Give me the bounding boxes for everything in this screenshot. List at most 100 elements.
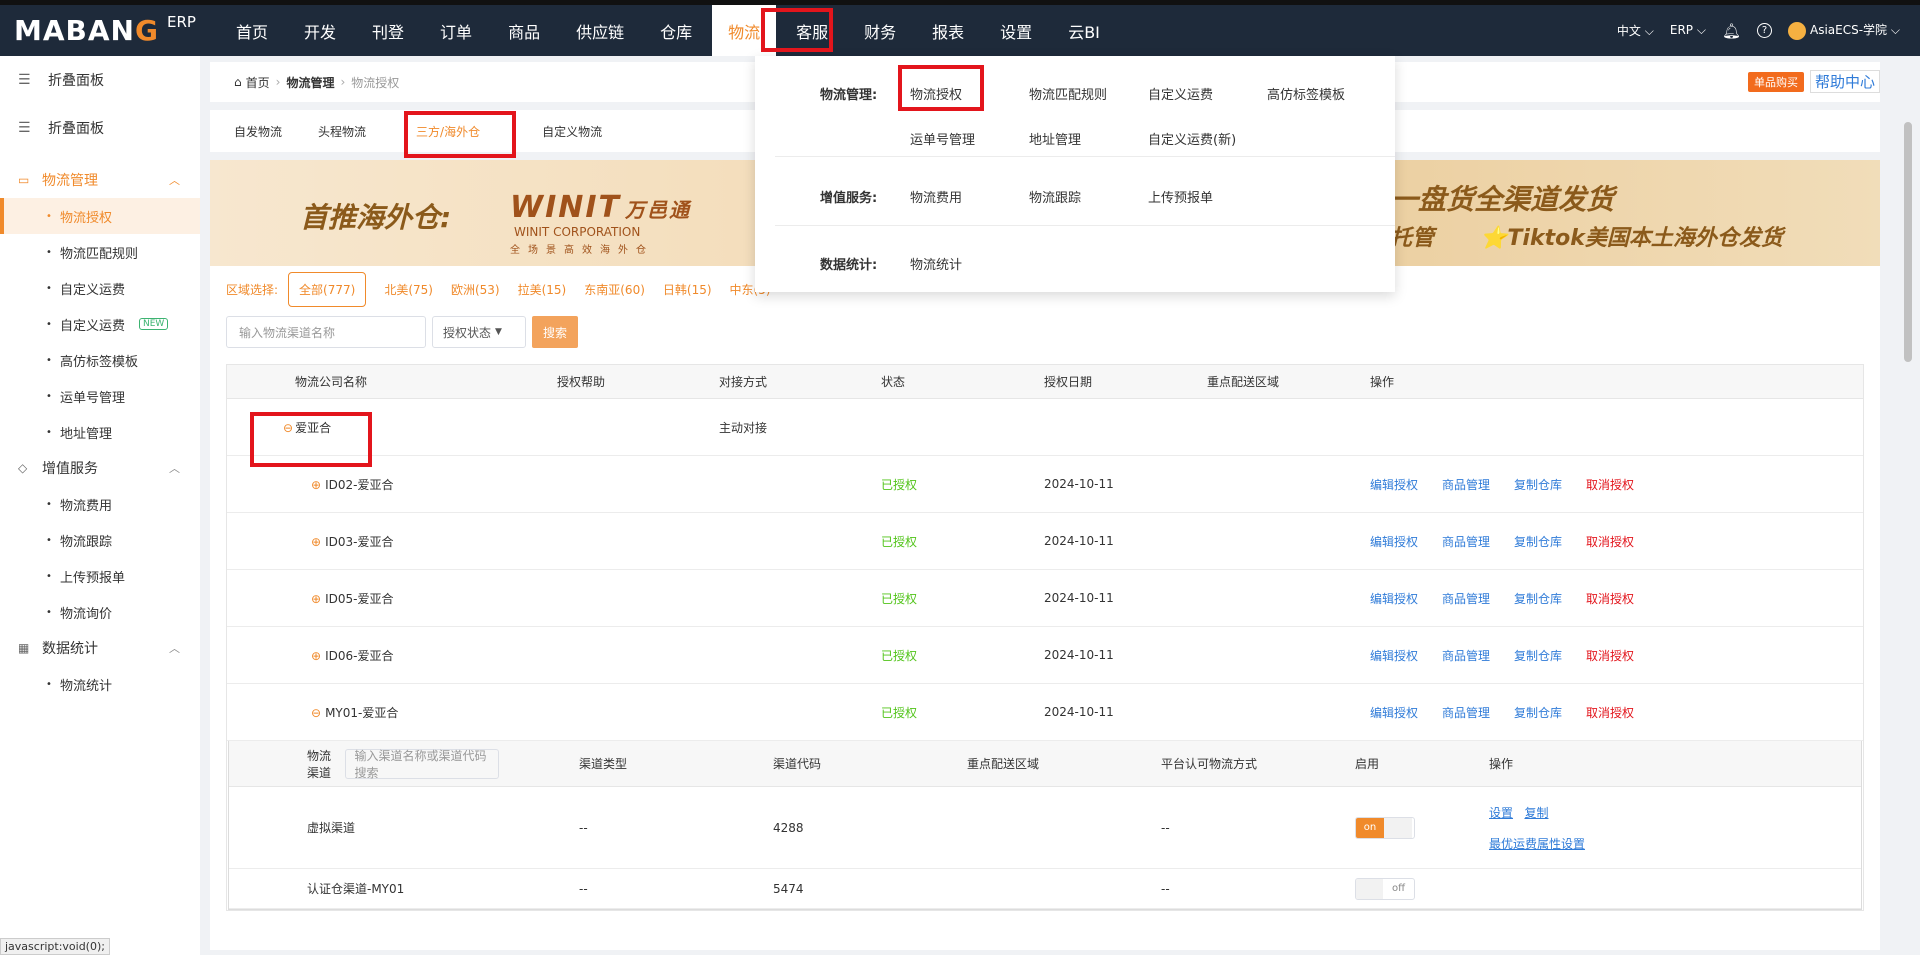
sidebar-item-inquiry[interactable]: 物流询价 [0, 594, 200, 630]
sidebar-item-matching-rules[interactable]: 物流匹配规则 [0, 234, 200, 270]
erp-select[interactable]: ERP ⌵ [1670, 23, 1706, 38]
dd-waybill[interactable]: 运单号管理 [910, 129, 1029, 156]
cancel-auth-link[interactable]: 取消授权 [1586, 704, 1634, 721]
dd-custom-freight-new[interactable]: 自定义运费(新) [1148, 129, 1267, 156]
nav-cloud-bi[interactable]: 云BI [1052, 5, 1116, 56]
language-select[interactable]: 中文 ⌵ [1617, 22, 1654, 39]
region-chip-sea[interactable]: 东南亚(60) [584, 281, 645, 298]
help-icon[interactable]: ? [1757, 23, 1772, 38]
edit-auth-link[interactable]: 编辑授权 [1370, 590, 1418, 607]
nav-customer-service[interactable]: 客服 [780, 5, 844, 56]
breadcrumb-logistics[interactable]: 物流管理 [286, 74, 334, 91]
nav-finance[interactable]: 财务 [848, 5, 912, 56]
nav-listing[interactable]: 刊登 [356, 5, 420, 56]
user-menu[interactable]: AsiaECS-学院 ⌵ [1788, 21, 1900, 40]
sidebar-item-waybill[interactable]: 运单号管理 [0, 378, 200, 414]
nav-supply-chain[interactable]: 供应链 [560, 5, 640, 56]
cancel-auth-link[interactable]: 取消授权 [1586, 590, 1634, 607]
dd-custom-freight[interactable]: 自定义运费 [1148, 84, 1267, 111]
collapse-panel-1[interactable]: ☰ 折叠面板 [0, 56, 200, 104]
nav-logistics[interactable]: 物流 [712, 5, 777, 56]
channel-search-input[interactable]: 输入物流渠道名称 [226, 316, 426, 348]
breadcrumb-home[interactable]: 首页 [246, 74, 270, 91]
sidebar-item-custom-freight[interactable]: 自定义运费 [0, 270, 200, 306]
cancel-auth-link[interactable]: 取消授权 [1586, 647, 1634, 664]
region-chip-europe[interactable]: 欧洲(53) [451, 281, 500, 298]
page-scrollbar[interactable] [1904, 110, 1914, 950]
settings-link[interactable]: 设置 [1489, 806, 1513, 820]
sidebar-item-address[interactable]: 地址管理 [0, 414, 200, 450]
optimal-freight-link[interactable]: 最优运费属性设置 [1489, 837, 1585, 851]
tab-self-logistics[interactable]: 自发物流 [234, 123, 282, 140]
copy-warehouse-link[interactable]: 复制仓库 [1514, 704, 1562, 721]
dd-logistics-stats[interactable]: 物流统计 [910, 254, 1029, 273]
sidebar-item-logistics-auth[interactable]: 物流授权 [0, 198, 200, 234]
dd-upload-forecast[interactable]: 上传预报单 [1148, 187, 1267, 225]
menu-icon: ☰ [18, 120, 31, 136]
dd-logistics-auth[interactable]: 物流授权 [910, 84, 1029, 111]
scrollbar-thumb[interactable] [1904, 122, 1912, 362]
copy-warehouse-link[interactable]: 复制仓库 [1514, 647, 1562, 664]
banner-right-sub2: ⭐Tiktok美国本土海外仓发货 [1480, 226, 1783, 251]
dd-address[interactable]: 地址管理 [1029, 129, 1148, 156]
channel-filter-input[interactable]: 输入渠道名称或渠道代码搜索 [345, 748, 499, 780]
tab-custom-logistics[interactable]: 自定义物流 [542, 123, 602, 140]
sidebar-item-upload-forecast[interactable]: 上传预报单 [0, 558, 200, 594]
copy-warehouse-link[interactable]: 复制仓库 [1514, 476, 1562, 493]
nav-settings[interactable]: 设置 [984, 5, 1048, 56]
sidebar-item-custom-freight-new[interactable]: 自定义运费 NEW [0, 306, 200, 342]
sidebar-item-label-template[interactable]: 高仿标签模板 [0, 342, 200, 378]
sidebar-item-fees[interactable]: 物流费用 [0, 486, 200, 522]
product-mgmt-link[interactable]: 商品管理 [1442, 590, 1490, 607]
logo[interactable]: MABANG ERP [0, 11, 220, 51]
edit-auth-link[interactable]: 编辑授权 [1370, 647, 1418, 664]
nav-products[interactable]: 商品 [492, 5, 556, 56]
copy-warehouse-link[interactable]: 复制仓库 [1514, 533, 1562, 550]
dd-label-template[interactable]: 高仿标签模板 [1267, 84, 1386, 111]
row-toggle[interactable]: ⊖ MY01-爱亚合 [227, 704, 557, 721]
row-toggle[interactable]: ⊕ ID05-爱亚合 [227, 590, 557, 607]
row-toggle[interactable]: ⊕ ID02-爱亚合 [227, 476, 557, 493]
search-button[interactable]: 搜索 [532, 316, 578, 348]
edit-auth-link[interactable]: 编辑授权 [1370, 476, 1418, 493]
edit-auth-link[interactable]: 编辑授权 [1370, 704, 1418, 721]
tab-third-party-warehouse[interactable]: 三方/海外仓 [416, 123, 480, 140]
nav-develop[interactable]: 开发 [288, 5, 352, 56]
edit-auth-link[interactable]: 编辑授权 [1370, 533, 1418, 550]
collapse-panel-2[interactable]: ☰ 折叠面板 [0, 104, 200, 152]
dd-matching-rules[interactable]: 物流匹配规则 [1029, 84, 1148, 111]
product-mgmt-link[interactable]: 商品管理 [1442, 704, 1490, 721]
cancel-auth-link[interactable]: 取消授权 [1586, 476, 1634, 493]
sidebar-group-logistics[interactable]: ▭ 物流管理 ︿ [0, 162, 200, 198]
nav-warehouse[interactable]: 仓库 [644, 5, 708, 56]
tab-first-leg[interactable]: 头程物流 [318, 123, 366, 140]
enable-toggle[interactable]: on [1355, 816, 1415, 839]
nav-home[interactable]: 首页 [220, 5, 284, 56]
help-center-button[interactable]: 帮助中心 [1809, 70, 1880, 93]
group-toggle[interactable]: ⊖ 爱亚合 [227, 419, 557, 436]
dd-tracking[interactable]: 物流跟踪 [1029, 187, 1148, 225]
cancel-auth-link[interactable]: 取消授权 [1586, 533, 1634, 550]
dd-fees[interactable]: 物流费用 [910, 187, 1029, 225]
product-mgmt-link[interactable]: 商品管理 [1442, 533, 1490, 550]
row-toggle[interactable]: ⊕ ID03-爱亚合 [227, 533, 557, 550]
product-mgmt-link[interactable]: 商品管理 [1442, 647, 1490, 664]
region-chip-jpkr[interactable]: 日韩(15) [663, 281, 712, 298]
region-chip-latam[interactable]: 拉美(15) [518, 281, 567, 298]
enable-toggle[interactable]: off [1355, 877, 1415, 900]
auth-status-select[interactable]: 授权状态 ▼ [432, 316, 526, 348]
nav-orders[interactable]: 订单 [424, 5, 488, 56]
copy-warehouse-link[interactable]: 复制仓库 [1514, 590, 1562, 607]
sidebar-group-stats[interactable]: ▦ 数据统计 ︿ [0, 630, 200, 666]
bell-icon[interactable]: 🔔︎ [1722, 22, 1741, 40]
region-chip-north-america[interactable]: 北美(75) [384, 281, 433, 298]
sidebar-item-logistics-stats[interactable]: 物流统计 [0, 666, 200, 702]
sidebar-group-value-added[interactable]: ◇ 增值服务 ︿ [0, 450, 200, 486]
nav-reports[interactable]: 报表 [916, 5, 980, 56]
row-toggle[interactable]: ⊕ ID06-爱亚合 [227, 647, 557, 664]
region-chip-all[interactable]: 全部(777) [288, 271, 367, 307]
sidebar-item-tracking[interactable]: 物流跟踪 [0, 522, 200, 558]
product-mgmt-link[interactable]: 商品管理 [1442, 476, 1490, 493]
copy-link[interactable]: 复制 [1524, 806, 1548, 820]
single-buy-button[interactable]: 单品购买 [1747, 71, 1804, 92]
